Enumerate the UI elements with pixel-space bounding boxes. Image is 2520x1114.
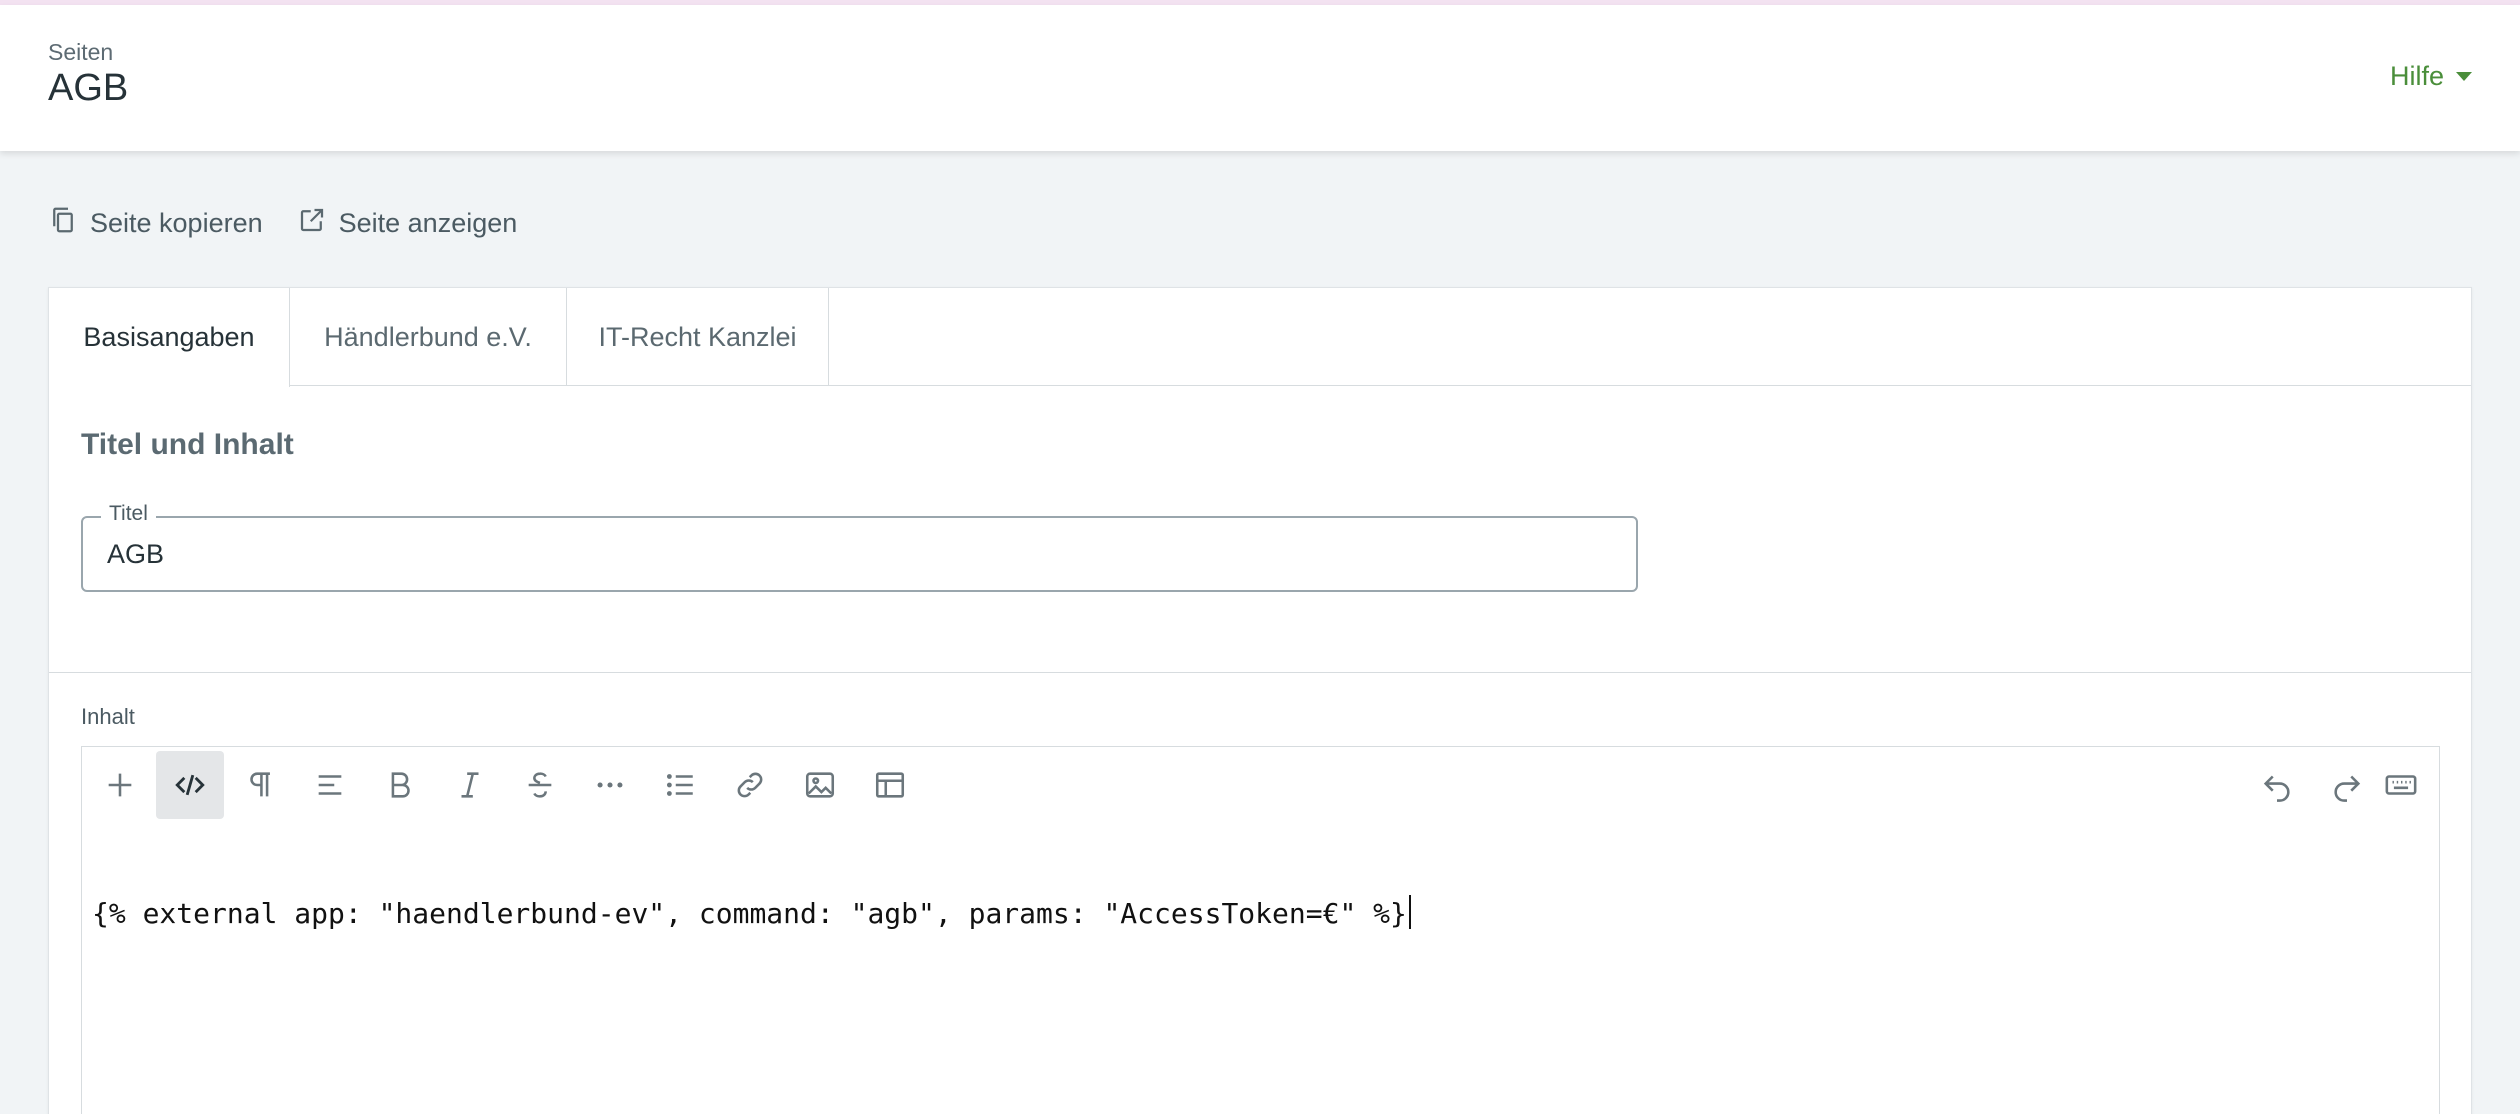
code-view-button[interactable] [156, 751, 224, 819]
tab-haendlerbund[interactable]: Händlerbund e.V. [290, 288, 567, 386]
bold-button[interactable] [366, 751, 434, 819]
plus-icon [108, 773, 132, 797]
italic-button[interactable] [436, 751, 504, 819]
link-icon [737, 772, 763, 798]
external-link-icon [297, 205, 327, 242]
strikethrough-icon [528, 772, 552, 798]
page-header: Seiten AGB Hilfe [0, 5, 2520, 151]
view-page-button[interactable]: Seite anzeigen [297, 205, 518, 242]
link-button[interactable] [716, 751, 784, 819]
code-icon [175, 774, 205, 796]
copy-page-label: Seite kopieren [90, 208, 263, 238]
editor-toolbar [82, 747, 2439, 825]
section-divider [49, 672, 2471, 673]
more-button[interactable] [576, 751, 644, 819]
table-button[interactable] [856, 751, 924, 819]
insert-block-button[interactable] [86, 751, 154, 819]
title-input[interactable] [107, 518, 1607, 590]
redo-icon [2334, 775, 2361, 802]
page-edit-card: Basisangaben Händlerbund e.V. IT-Recht K… [48, 287, 2472, 1114]
chevron-down-icon [2456, 72, 2472, 81]
content-label: Inhalt [81, 704, 135, 729]
bold-icon [391, 772, 410, 798]
keyboard-icon [2385, 775, 2417, 795]
paragraph-icon [250, 772, 270, 797]
breadcrumb[interactable]: Seiten [48, 39, 113, 66]
content-editor[interactable]: {% external app: "haendlerbund-ev", comm… [81, 746, 2440, 1114]
code-content[interactable]: {% external app: "haendlerbund-ev", comm… [92, 895, 1411, 930]
image-icon [805, 772, 835, 798]
align-button[interactable] [296, 751, 364, 819]
keyboard-shortcuts-button[interactable] [2367, 751, 2435, 819]
copy-icon [48, 205, 78, 242]
list-icon [666, 774, 693, 796]
copy-page-button[interactable]: Seite kopieren [48, 205, 263, 242]
view-page-label: Seite anzeigen [338, 208, 518, 238]
image-button[interactable] [786, 751, 854, 819]
help-label: Hilfe [2389, 61, 2444, 91]
undo-button[interactable] [2243, 751, 2311, 819]
section-title: Titel und Inhalt [81, 428, 294, 461]
list-button[interactable] [646, 751, 714, 819]
align-icon [318, 775, 342, 795]
italic-icon [461, 772, 479, 798]
code-text: {% external app: "haendlerbund-ev", comm… [92, 897, 1407, 930]
tab-basisangaben[interactable]: Basisangaben [49, 288, 290, 387]
tab-bar: Basisangaben Händlerbund e.V. IT-Recht K… [49, 288, 2471, 387]
page-title: AGB [48, 67, 129, 109]
page-actions: Seite kopieren Seite anzeigen [48, 205, 517, 242]
text-cursor [1408, 895, 1411, 929]
title-field: Titel [81, 502, 1638, 592]
more-icon [597, 782, 623, 788]
paragraph-button[interactable] [226, 751, 294, 819]
strikethrough-button[interactable] [506, 751, 574, 819]
undo-icon [2263, 775, 2290, 802]
tab-it-recht-kanzlei[interactable]: IT-Recht Kanzlei [567, 288, 829, 386]
table-icon [875, 772, 905, 798]
help-menu[interactable]: Hilfe [2390, 61, 2472, 92]
